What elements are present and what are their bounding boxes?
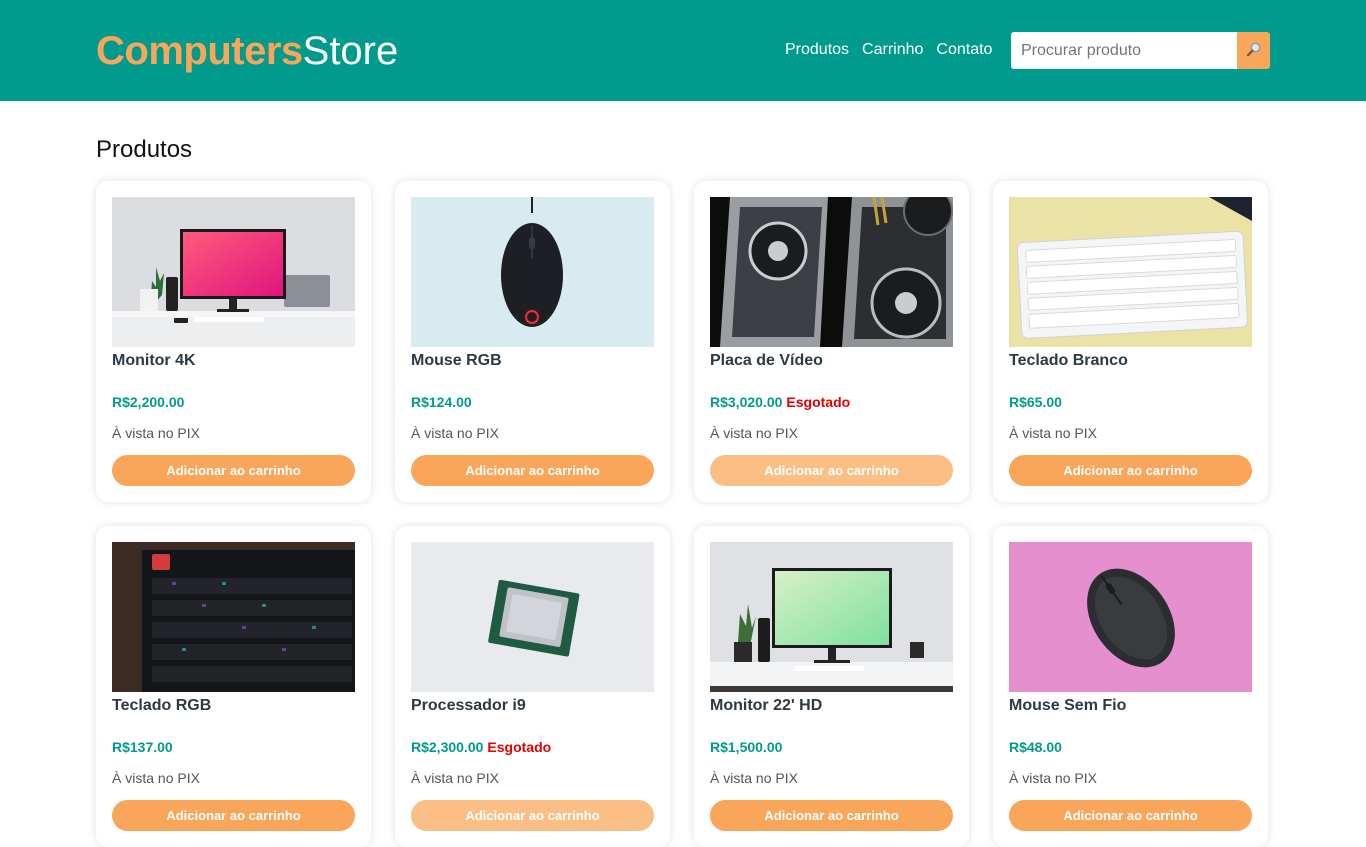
product-price: R$124.00	[411, 394, 472, 410]
payment-note: À vista no PIX	[710, 425, 798, 441]
product-card: Processador i9 R$2,300.00 Esgotado À vist…	[395, 526, 670, 847]
payment-note: À vista no PIX	[1009, 425, 1097, 441]
product-image[interactable]	[411, 542, 654, 692]
payment-note: À vista no PIX	[1009, 770, 1097, 786]
payment-note: À vista no PIX	[112, 425, 200, 441]
product-image[interactable]	[1009, 197, 1252, 347]
product-price: R$137.00	[112, 739, 173, 755]
add-to-cart-button[interactable]: Adicionar ao carrinho	[710, 800, 953, 831]
product-image[interactable]	[112, 197, 355, 347]
product-image[interactable]	[1009, 542, 1252, 692]
product-card: Monitor 22' HD R$1,500.00 À vista no PIX…	[694, 526, 969, 847]
add-to-cart-button[interactable]: Adicionar ao carrinho	[411, 800, 654, 831]
product-grid: Monitor 4K R$2,200.00 À vista no PIX Adi…	[96, 181, 1270, 847]
product-card: Teclado RGB R$137.00 À vista no PIX Adic…	[96, 526, 371, 847]
price-row: R$137.00	[112, 738, 355, 756]
logo-accent: Computers	[96, 29, 303, 73]
product-price: R$48.00	[1009, 739, 1062, 755]
product-name: Monitor 4K	[112, 352, 196, 369]
product-name: Placa de Vídeo	[710, 352, 823, 369]
price-row: R$2,300.00 Esgotado	[411, 738, 654, 756]
payment-note: À vista no PIX	[411, 770, 499, 786]
price-row: R$1,500.00	[710, 738, 953, 756]
store-logo[interactable]: ComputersStore	[96, 28, 398, 74]
payment-note: À vista no PIX	[112, 770, 200, 786]
price-row: R$124.00	[411, 393, 654, 411]
product-name: Mouse RGB	[411, 352, 502, 369]
product-price: R$65.00	[1009, 394, 1062, 410]
product-card: Mouse RGB R$124.00 À vista no PIX Adicio…	[395, 181, 670, 502]
product-name: Mouse Sem Fio	[1009, 697, 1127, 714]
search-icon	[1246, 41, 1262, 60]
price-row: R$48.00	[1009, 738, 1252, 756]
soldout-badge: Esgotado	[487, 739, 552, 755]
product-image[interactable]	[112, 542, 355, 692]
product-name: Teclado RGB	[112, 697, 212, 714]
nav-link-contato[interactable]: Contato	[936, 40, 992, 60]
product-name: Monitor 22' HD	[710, 697, 823, 714]
nav-link-carrinho[interactable]: Carrinho	[862, 40, 923, 60]
logo-rest: Store	[302, 29, 399, 73]
product-price: R$1,500.00	[710, 739, 783, 755]
search-button[interactable]	[1237, 32, 1270, 69]
product-card: Mouse Sem Fio R$48.00 À vista no PIX Adi…	[993, 526, 1268, 847]
add-to-cart-button[interactable]: Adicionar ao carrinho	[112, 800, 355, 831]
product-price: R$3,020.00	[710, 394, 783, 410]
payment-note: À vista no PIX	[411, 425, 499, 441]
add-to-cart-button[interactable]: Adicionar ao carrinho	[112, 455, 355, 486]
search-input[interactable]	[1011, 32, 1237, 69]
product-image[interactable]	[710, 197, 953, 347]
product-name: Teclado Branco	[1009, 352, 1128, 369]
soldout-badge: Esgotado	[786, 394, 851, 410]
product-price: R$2,300.00	[411, 739, 484, 755]
product-name: Processador i9	[411, 697, 526, 714]
main-nav: Produtos Carrinho Contato	[785, 40, 992, 60]
page-title: Produtos	[96, 136, 193, 163]
product-image[interactable]	[411, 197, 654, 347]
price-row: R$65.00	[1009, 393, 1252, 411]
price-row: R$2,200.00	[112, 393, 355, 411]
add-to-cart-button[interactable]: Adicionar ao carrinho	[710, 455, 953, 486]
site-header: ComputersStore Produtos Carrinho Contato	[0, 0, 1366, 101]
product-card: Monitor 4K R$2,200.00 À vista no PIX Adi…	[96, 181, 371, 502]
product-card: Placa de Vídeo R$3,020.00 Esgotado À vist…	[694, 181, 969, 502]
add-to-cart-button[interactable]: Adicionar ao carrinho	[411, 455, 654, 486]
nav-link-produtos[interactable]: Produtos	[785, 40, 849, 60]
price-row: R$3,020.00 Esgotado	[710, 393, 953, 411]
add-to-cart-button[interactable]: Adicionar ao carrinho	[1009, 455, 1252, 486]
payment-note: À vista no PIX	[710, 770, 798, 786]
product-price: R$2,200.00	[112, 394, 185, 410]
add-to-cart-button[interactable]: Adicionar ao carrinho	[1009, 800, 1252, 831]
product-card: Teclado Branco R$65.00 À vista no PIX Ad…	[993, 181, 1268, 502]
product-image[interactable]	[710, 542, 953, 692]
